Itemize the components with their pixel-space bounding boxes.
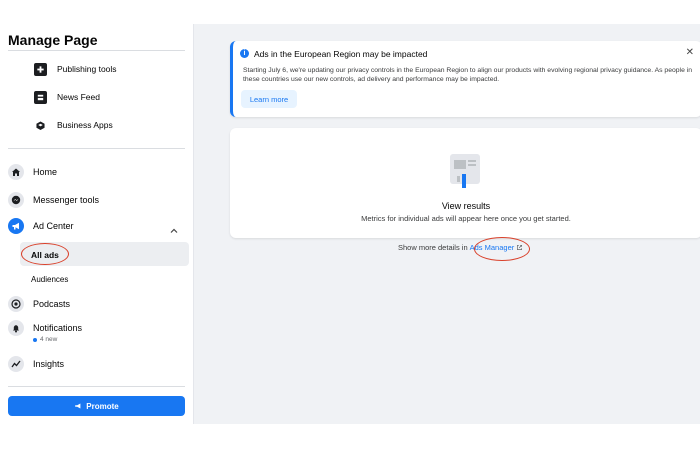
- divider: [8, 386, 185, 387]
- home-icon: [8, 164, 24, 180]
- messenger-icon: [8, 192, 24, 208]
- sidebar-item-label: Podcasts: [33, 299, 71, 309]
- sidebar-item-podcasts[interactable]: Podcasts: [8, 294, 70, 314]
- chevron-up-icon[interactable]: [169, 226, 179, 236]
- sidebar-item-notifications[interactable]: Notifications: [8, 318, 82, 338]
- sidebar-item-news-feed[interactable]: News Feed: [34, 88, 100, 106]
- promote-button[interactable]: Promote: [8, 396, 185, 416]
- sidebar-item-home[interactable]: Home: [8, 162, 57, 182]
- megaphone-icon: [75, 403, 81, 409]
- sidebar-item-messenger-tools[interactable]: Messenger tools: [8, 190, 99, 210]
- sidebar: Manage Page Publishing tools News Feed B…: [0, 24, 194, 424]
- podcast-icon: [8, 296, 24, 312]
- sidebar-item-insights[interactable]: Insights: [8, 354, 64, 374]
- main-content: i Ads in the European Region may be impa…: [194, 24, 700, 424]
- results-description: Metrics for individual ads will appear h…: [361, 214, 571, 223]
- learn-more-button[interactable]: Learn more: [241, 90, 297, 108]
- app-window: Manage Page Publishing tools News Feed B…: [0, 24, 700, 424]
- news-feed-icon: [34, 90, 47, 104]
- divider: [8, 50, 185, 51]
- annotation-circle: [21, 243, 69, 265]
- info-icon: i: [240, 49, 249, 58]
- megaphone-icon: [8, 218, 24, 234]
- sidebar-item-audiences[interactable]: Audiences: [31, 275, 68, 284]
- sidebar-item-publishing-tools[interactable]: Publishing tools: [34, 60, 117, 78]
- sidebar-item-label: Ad Center: [33, 221, 74, 231]
- results-illustration-icon: [450, 154, 480, 188]
- more-details-text: Show more details in: [398, 243, 468, 252]
- sidebar-item-label: Business Apps: [57, 120, 113, 130]
- notifications-count: 4 new: [33, 336, 57, 343]
- page-title: Manage Page: [8, 32, 98, 48]
- insights-icon: [8, 356, 24, 372]
- sidebar-item-label: News Feed: [57, 92, 100, 102]
- annotation-circle: [474, 237, 530, 261]
- sidebar-item-business-apps[interactable]: Business Apps: [34, 116, 113, 134]
- sidebar-item-ad-center[interactable]: Ad Center: [8, 216, 74, 236]
- sidebar-item-label: Notifications: [33, 323, 83, 333]
- close-icon[interactable]: ✕: [686, 47, 694, 58]
- results-title: View results: [441, 201, 491, 211]
- business-apps-icon: [34, 119, 47, 132]
- alert-banner: i Ads in the European Region may be impa…: [230, 41, 700, 117]
- sidebar-item-label: Publishing tools: [57, 64, 117, 74]
- sidebar-item-label: Insights: [33, 359, 65, 369]
- publishing-tools-icon: [34, 62, 47, 76]
- results-card: View results Metrics for individual ads …: [230, 128, 700, 238]
- sidebar-item-label: Messenger tools: [33, 195, 100, 205]
- alert-body: Starting July 6, we're updating our priv…: [243, 67, 693, 83]
- sidebar-item-label: Home: [33, 167, 58, 177]
- bell-icon: [8, 320, 24, 336]
- divider: [8, 148, 185, 149]
- alert-title: Ads in the European Region may be impact…: [254, 49, 428, 59]
- new-dot-icon: [33, 337, 37, 342]
